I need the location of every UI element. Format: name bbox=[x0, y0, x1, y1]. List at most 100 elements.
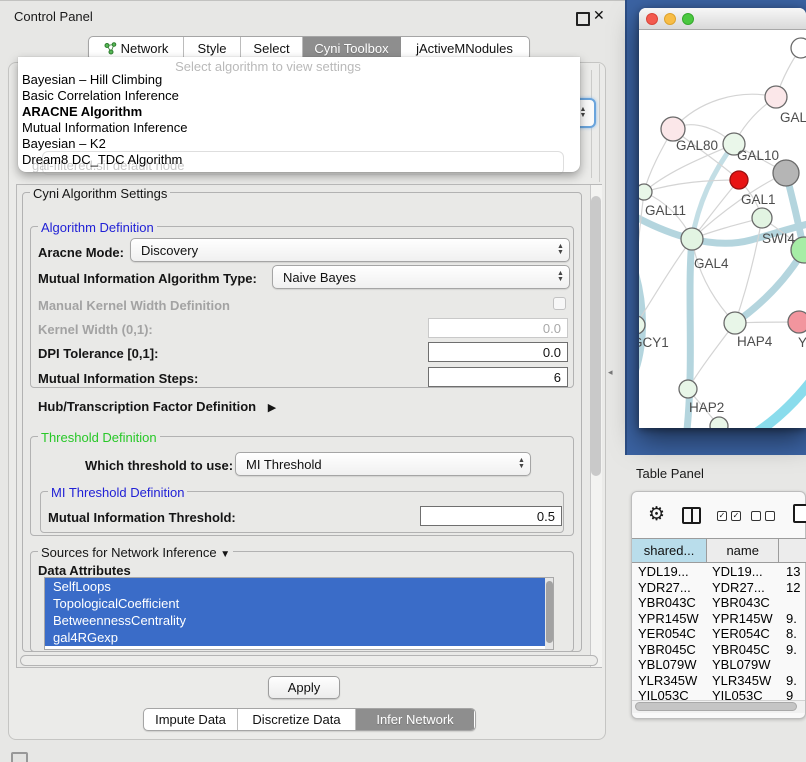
zoom-window-icon[interactable] bbox=[682, 13, 694, 25]
apply-button[interactable]: Apply bbox=[268, 676, 340, 699]
network-window-titlebar[interactable] bbox=[639, 8, 806, 30]
minimized-panel-icon[interactable] bbox=[11, 752, 28, 762]
mi-steps-field[interactable] bbox=[428, 367, 568, 387]
manual-kernel-width-checkbox[interactable] bbox=[553, 297, 566, 310]
mi-algorithm-type-label: Mutual Information Algorithm Type: bbox=[38, 271, 257, 286]
table-row[interactable]: YDL19...YDL19...13 bbox=[632, 564, 806, 580]
dropdown-item-aracne-algorithm[interactable]: ARACNE Algorithm bbox=[22, 104, 576, 120]
node-label-y: Y bbox=[798, 335, 806, 350]
table-cell: YBR045C bbox=[632, 642, 706, 658]
node-label-hap2: HAP2 bbox=[689, 400, 724, 415]
table-cell: YDR27... bbox=[706, 580, 780, 596]
gear-icon[interactable]: ⚙ bbox=[648, 503, 665, 526]
node-label-gal10: GAL10 bbox=[737, 148, 779, 163]
dropdown-item-bayesian-k2[interactable]: Bayesian – K2 bbox=[22, 136, 576, 152]
table-row[interactable]: YPR145WYPR145W9. bbox=[632, 611, 806, 627]
network-node-gal1[interactable] bbox=[752, 208, 772, 228]
network-node-gal4[interactable] bbox=[681, 228, 703, 250]
data-attributes-label: Data Attributes bbox=[38, 563, 131, 578]
select-all-checkbox-icon[interactable]: ✓ bbox=[717, 511, 727, 521]
panel-title: Control Panel bbox=[14, 9, 93, 24]
network-node[interactable] bbox=[773, 160, 799, 186]
attribute-item-selfloops[interactable]: SelfLoops bbox=[45, 578, 553, 595]
node-label-gal1: GAL1 bbox=[741, 192, 776, 207]
network-node-hap4[interactable] bbox=[724, 312, 746, 334]
mi-algorithm-type-combo[interactable]: Naive Bayes ▲▼ bbox=[272, 265, 570, 289]
file-icon[interactable] bbox=[793, 504, 806, 523]
table-hscrollbar-thumb[interactable] bbox=[635, 702, 797, 711]
network-node-gal11[interactable] bbox=[639, 184, 652, 200]
table-cell bbox=[780, 657, 806, 673]
table-cell: 9 bbox=[780, 688, 806, 700]
node-label-gal11: GAL11 bbox=[645, 203, 686, 218]
table-row[interactable]: YDR27...YDR27...12 bbox=[632, 580, 806, 596]
network-node[interactable] bbox=[791, 38, 806, 58]
table-row[interactable]: YBL079WYBL079W bbox=[632, 657, 806, 673]
close-panel-icon[interactable]: ✕ bbox=[593, 7, 605, 24]
network-node-hap2[interactable] bbox=[679, 380, 697, 398]
column-header-cut[interactable] bbox=[779, 539, 806, 562]
table-row[interactable]: YER054CYER054C8. bbox=[632, 626, 806, 642]
kernel-width-label: Kernel Width (0,1): bbox=[38, 322, 153, 337]
algorithm-definition-title: Algorithm Definition bbox=[38, 220, 157, 235]
tab-label: Select bbox=[253, 41, 289, 56]
tab-discretize-data[interactable]: Discretize Data bbox=[238, 709, 356, 730]
select-all-checkbox-icon[interactable]: ✓ bbox=[731, 511, 741, 521]
table-cell: 9. bbox=[780, 673, 806, 689]
tab-impute-data[interactable]: Impute Data bbox=[144, 709, 238, 730]
mi-threshold-group-title: MI Threshold Definition bbox=[48, 485, 187, 500]
node-label-gal4: GAL4 bbox=[694, 256, 729, 271]
sources-group-title[interactable]: Sources for Network Inference ▼ bbox=[38, 545, 233, 560]
network-canvas[interactable]: GALGAL80GAL10GAL1GAL11SWI4GAL4GCY1HAP4YH… bbox=[639, 30, 806, 428]
deselect-all-checkbox-icon[interactable] bbox=[751, 511, 761, 521]
table-cell: YBR043C bbox=[706, 595, 780, 611]
dropdown-item-basic-correlation-inference[interactable]: Basic Correlation Inference bbox=[22, 88, 576, 104]
dropdown-item-mutual-information-inference[interactable]: Mutual Information Inference bbox=[22, 120, 576, 136]
node-label-gal80: GAL80 bbox=[676, 138, 718, 153]
hub-definition-expander[interactable]: Hub/Transcription Factor Definition ▶ bbox=[38, 399, 276, 414]
table-cell: 12 bbox=[780, 580, 806, 596]
panel-splitter-handle[interactable]: ◂ bbox=[608, 367, 613, 378]
table-cell bbox=[780, 595, 806, 611]
combo-stepper-icon: ▲▼ bbox=[552, 244, 569, 256]
float-panel-icon[interactable] bbox=[576, 12, 590, 26]
network-graph bbox=[639, 30, 806, 428]
dropdown-item-bayesian-hill-climbing[interactable]: Bayesian – Hill Climbing bbox=[22, 72, 576, 88]
column-header-name[interactable]: name bbox=[707, 539, 779, 562]
table-cell: 9. bbox=[780, 642, 806, 658]
network-window: GALGAL80GAL10GAL1GAL11SWI4GAL4GCY1HAP4YH… bbox=[639, 8, 806, 428]
table-row[interactable]: YIL053CYIL053C9 bbox=[632, 688, 806, 700]
split-columns-icon[interactable] bbox=[682, 507, 701, 524]
tab-label: Network bbox=[121, 41, 169, 56]
table-cell: 9. bbox=[780, 611, 806, 627]
table-row[interactable]: YLR345WYLR345W9. bbox=[632, 673, 806, 689]
app-root: Control Panel ✕ NetworkStyleSelectCyni T… bbox=[0, 0, 806, 762]
horizontal-scrollbar-thumb[interactable] bbox=[20, 655, 598, 666]
attribute-item-gal4rgexp[interactable]: gal4RGexp bbox=[45, 629, 553, 646]
network-node-y[interactable] bbox=[788, 311, 806, 333]
aracne-mode-combo[interactable]: Discovery ▲▼ bbox=[130, 238, 570, 262]
table-row[interactable]: YBR045CYBR045C9. bbox=[632, 642, 806, 658]
table-cell: YLR345W bbox=[706, 673, 780, 689]
vertical-scrollbar-thumb[interactable] bbox=[591, 196, 601, 476]
kernel-width-field[interactable] bbox=[428, 318, 568, 338]
tab-infer-network[interactable]: Infer Network bbox=[356, 709, 474, 730]
table-cell: YBL079W bbox=[706, 657, 780, 673]
aracne-mode-label: Aracne Mode: bbox=[38, 245, 124, 260]
table-row[interactable]: YBR043CYBR043C bbox=[632, 595, 806, 611]
minimize-window-icon[interactable] bbox=[664, 13, 676, 25]
network-node-gal[interactable] bbox=[765, 86, 787, 108]
mi-threshold-field[interactable] bbox=[420, 506, 562, 526]
deselect-all-checkbox-icon[interactable] bbox=[765, 511, 775, 521]
close-window-icon[interactable] bbox=[646, 13, 658, 25]
column-header-shared[interactable]: shared... bbox=[632, 539, 707, 562]
dropdown-item-dream8-dc-tdc-algorithm[interactable]: Dream8 DC_TDC Algorithm bbox=[22, 152, 576, 168]
table-cell: YLR345W bbox=[632, 673, 706, 689]
attribute-item-topologicalcoefficient[interactable]: TopologicalCoefficient bbox=[45, 595, 553, 612]
dpi-tolerance-field[interactable] bbox=[428, 342, 568, 362]
manual-kernel-width-label: Manual Kernel Width Definition bbox=[38, 298, 230, 313]
which-threshold-combo[interactable]: MI Threshold ▲▼ bbox=[235, 452, 531, 476]
attr-list-scrollbar-thumb[interactable] bbox=[546, 581, 553, 643]
attribute-item-betweennesscentrality[interactable]: BetweennessCentrality bbox=[45, 612, 553, 629]
network-node[interactable] bbox=[730, 171, 748, 189]
